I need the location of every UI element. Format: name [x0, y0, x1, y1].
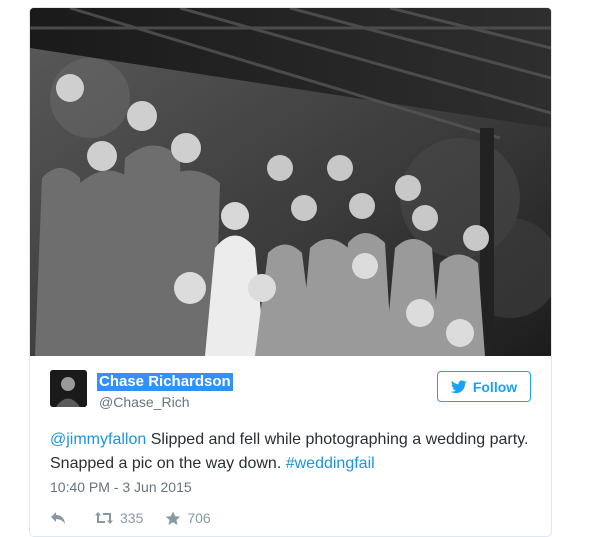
reply-icon: [51, 512, 65, 524]
avatar[interactable]: [50, 370, 87, 407]
bird-icon: [450, 379, 467, 393]
author-name[interactable]: Chase Richardson: [97, 373, 233, 391]
star-icon: [166, 511, 181, 525]
hashtag-link[interactable]: #weddingfail: [286, 455, 375, 472]
retweet-button[interactable]: 335: [94, 510, 143, 526]
favorite-button[interactable]: 706: [165, 510, 211, 526]
author-handle[interactable]: @Chase_Rich: [99, 394, 189, 410]
mention-link[interactable]: @jimmyfallon: [50, 431, 146, 448]
wedding-party-photo: [30, 8, 551, 356]
favorite-count: 706: [187, 510, 211, 526]
retweet-icon: [95, 512, 113, 524]
tweet-text: @jimmyfallon Slipped and fell while phot…: [50, 428, 531, 476]
avatar-image: [50, 370, 87, 407]
retweet-count: 335: [120, 510, 144, 526]
tweet-photo[interactable]: [30, 8, 551, 356]
follow-button[interactable]: Follow: [437, 371, 531, 402]
follow-label: Follow: [472, 378, 518, 395]
author-row: Chase Richardson @Chase_Rich Follow: [50, 370, 531, 415]
tweet-actions: 335 706: [50, 508, 211, 528]
reply-button[interactable]: [50, 511, 66, 525]
tweet-card: Chase Richardson @Chase_Rich Follow @jim…: [29, 7, 552, 537]
timestamp[interactable]: 10:40 PM - 3 Jun 2015: [50, 479, 192, 495]
